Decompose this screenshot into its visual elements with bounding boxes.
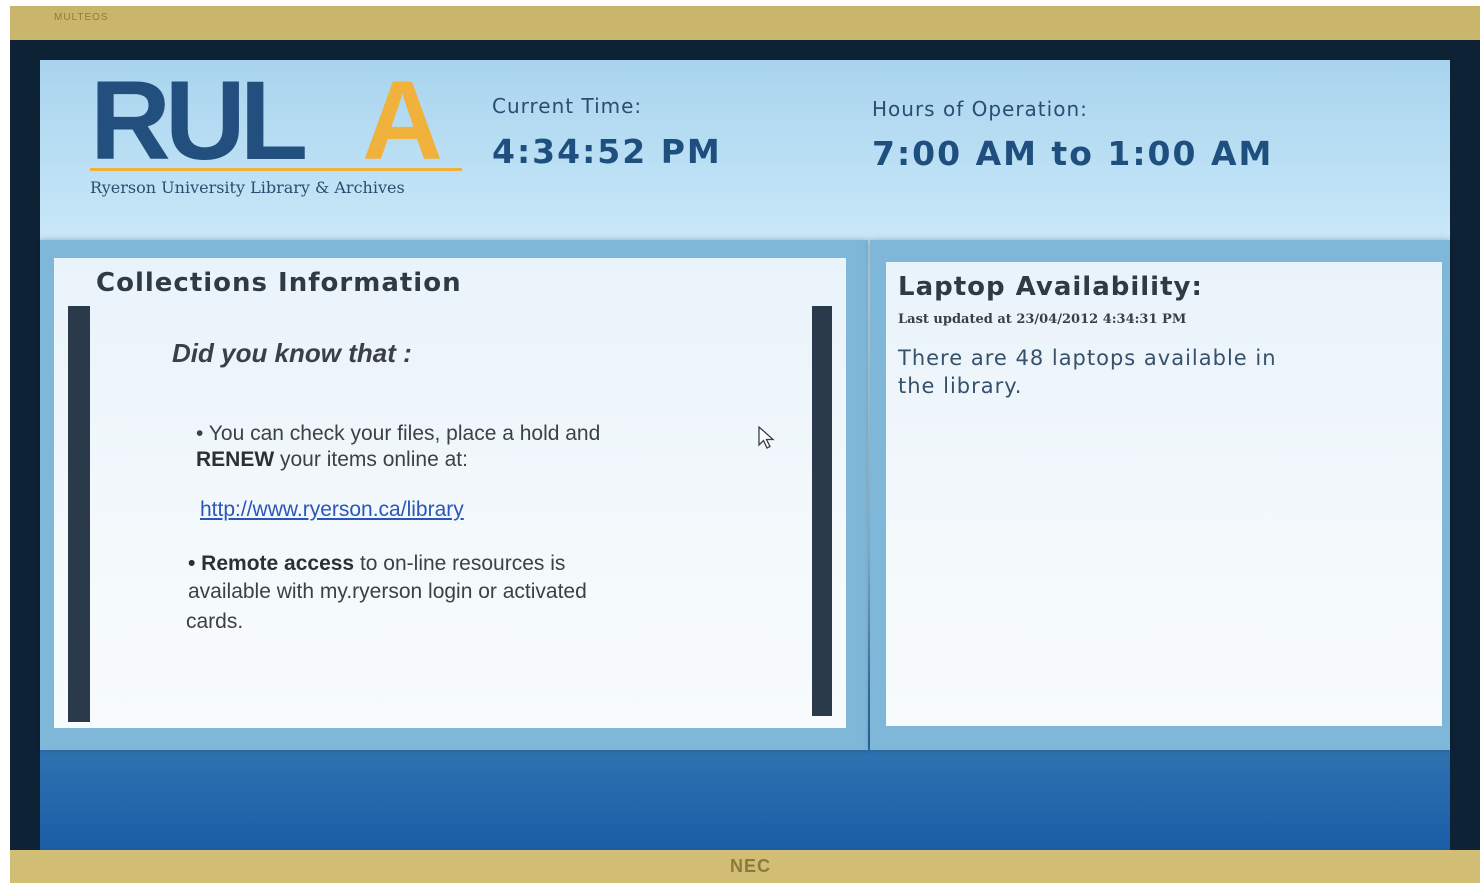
bullet1-line2: RENEW your items online at: <box>196 446 468 473</box>
laptop-message-line2: the library. <box>898 374 1023 398</box>
bullet2-line3: cards. <box>186 610 244 633</box>
mouse-pointer-icon <box>758 426 775 449</box>
bezel-brand-top: MULTEOS <box>54 12 109 23</box>
logo-wordmark-main: RUL <box>90 58 308 183</box>
bullet2-line1-rest: to on-line resources is <box>354 552 566 575</box>
laptop-panel: Laptop Availability: Last updated at 23/… <box>886 262 1442 726</box>
bullet1-line2-rest: your items online at: <box>274 448 468 471</box>
logo-subtitle: Ryerson University Library & Archives <box>90 178 405 197</box>
logo-wordmark-accent: A <box>362 58 443 183</box>
laptop-title: Laptop Availability: <box>898 272 1203 302</box>
laptop-last-updated: Last updated at 23/04/2012 4:34:31 PM <box>898 312 1187 327</box>
slide-left-bar <box>68 306 90 722</box>
bullet1-line1: • You can check your files, place a hold… <box>196 422 601 445</box>
current-time-value: 4:34:52 PM <box>492 132 722 171</box>
screen: RUL A Ryerson University Library & Archi… <box>10 40 1480 850</box>
bezel-brand-bottom: NEC <box>730 856 772 876</box>
bullet2-line1: • Remote access to on-line resources is <box>188 550 565 577</box>
hours-label: Hours of Operation: <box>872 97 1088 121</box>
current-time-label: Current Time: <box>492 94 643 118</box>
renew-emphasis: RENEW <box>196 448 275 471</box>
digital-signage-display: RUL A Ryerson University Library & Archi… <box>40 58 1450 850</box>
monitor-bezel: MULTEOS RUL A Ryerson University Library… <box>10 6 1480 883</box>
remote-access-emphasis: • Remote access <box>188 552 355 575</box>
collections-title: Collections Information <box>96 268 462 298</box>
laptop-message-line1: There are 48 laptops available in <box>898 346 1277 370</box>
slide-heading: Did you know that : <box>172 338 412 368</box>
bullet2-line2: available with my.ryerson login or activ… <box>188 580 587 603</box>
logo-rule <box>90 168 462 171</box>
slide-right-bar <box>812 306 832 716</box>
hours-value: 7:00 AM to 1:00 AM <box>872 134 1274 173</box>
library-link[interactable]: http://www.ryerson.ca/library <box>200 498 464 522</box>
rula-logo: RUL A Ryerson University Library & Archi… <box>90 58 470 197</box>
collections-panel: Collections Information Did you know tha… <box>54 258 846 728</box>
